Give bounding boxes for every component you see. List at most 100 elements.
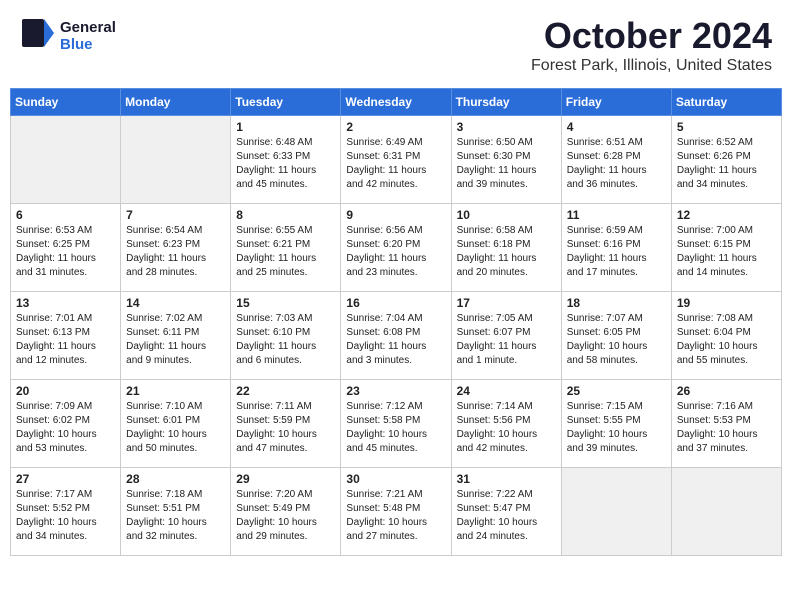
calendar-week-3: 13 Sunrise: 7:01 AM Sunset: 6:13 PM Dayli… bbox=[11, 292, 782, 380]
day-number: 5 bbox=[677, 120, 776, 134]
day-info: Sunrise: 6:49 AM Sunset: 6:31 PM Dayligh… bbox=[346, 136, 445, 192]
day-info: Sunrise: 7:20 AM Sunset: 5:49 PM Dayligh… bbox=[236, 488, 335, 544]
day-info: Sunrise: 6:52 AM Sunset: 6:26 PM Dayligh… bbox=[677, 136, 776, 192]
calendar-cell: 8 Sunrise: 6:55 AM Sunset: 6:21 PM Daylig… bbox=[231, 204, 341, 292]
day-info: Sunrise: 6:58 AM Sunset: 6:18 PM Dayligh… bbox=[457, 224, 556, 280]
day-header-tuesday: Tuesday bbox=[231, 89, 341, 116]
calendar-cell: 12Sunrise: 7:00 AM Sunset: 6:15 PM Dayli… bbox=[671, 204, 781, 292]
calendar-table: SundayMondayTuesdayWednesdayThursdayFrid… bbox=[10, 88, 782, 556]
calendar-cell: 1 Sunrise: 6:48 AM Sunset: 6:33 PM Daylig… bbox=[231, 116, 341, 204]
day-number: 8 bbox=[236, 208, 335, 222]
day-info: Sunrise: 7:03 AM Sunset: 6:10 PM Dayligh… bbox=[236, 312, 335, 368]
day-info: Sunrise: 7:04 AM Sunset: 6:08 PM Dayligh… bbox=[346, 312, 445, 368]
calendar-cell: 17 Sunrise: 7:05 AM Sunset: 6:07 PM Dayli… bbox=[451, 292, 561, 380]
day-header-wednesday: Wednesday bbox=[341, 89, 451, 116]
calendar-cell: 4 Sunrise: 6:51 AM Sunset: 6:28 PM Daylig… bbox=[561, 116, 671, 204]
calendar-cell: 27 Sunrise: 7:17 AM Sunset: 5:52 PM Dayli… bbox=[11, 468, 121, 556]
day-number: 6 bbox=[16, 208, 115, 222]
day-number: 27 bbox=[16, 472, 115, 486]
day-number: 4 bbox=[567, 120, 666, 134]
day-number: 31 bbox=[457, 472, 556, 486]
logo-general: General bbox=[60, 19, 116, 36]
day-info: Sunrise: 7:01 AM Sunset: 6:13 PM Dayligh… bbox=[16, 312, 115, 368]
day-number: 9 bbox=[346, 208, 445, 222]
day-number: 28 bbox=[126, 472, 225, 486]
logo-icon bbox=[20, 15, 56, 51]
calendar-week-4: 20 Sunrise: 7:09 AM Sunset: 6:02 PM Dayli… bbox=[11, 380, 782, 468]
day-info: Sunrise: 7:07 AM Sunset: 6:05 PM Dayligh… bbox=[567, 312, 666, 368]
calendar-cell: 31 Sunrise: 7:22 AM Sunset: 5:47 PM Dayli… bbox=[451, 468, 561, 556]
calendar-header-row: SundayMondayTuesdayWednesdayThursdayFrid… bbox=[11, 89, 782, 116]
calendar-cell: 5 Sunrise: 6:52 AM Sunset: 6:26 PM Daylig… bbox=[671, 116, 781, 204]
day-info: Sunrise: 7:16 AM Sunset: 5:53 PM Dayligh… bbox=[677, 400, 776, 456]
day-info: Sunrise: 7:09 AM Sunset: 6:02 PM Dayligh… bbox=[16, 400, 115, 456]
day-number: 11 bbox=[567, 208, 666, 222]
day-number: 30 bbox=[346, 472, 445, 486]
day-header-sunday: Sunday bbox=[11, 89, 121, 116]
day-number: 16 bbox=[346, 296, 445, 310]
day-info: Sunrise: 6:59 AM Sunset: 6:16 PM Dayligh… bbox=[567, 224, 666, 280]
day-number: 24 bbox=[457, 384, 556, 398]
day-info: Sunrise: 6:53 AM Sunset: 6:25 PM Dayligh… bbox=[16, 224, 115, 280]
calendar-cell bbox=[561, 468, 671, 556]
calendar-cell: 26 Sunrise: 7:16 AM Sunset: 5:53 PM Dayli… bbox=[671, 380, 781, 468]
day-header-thursday: Thursday bbox=[451, 89, 561, 116]
calendar-week-5: 27 Sunrise: 7:17 AM Sunset: 5:52 PM Dayli… bbox=[11, 468, 782, 556]
day-header-friday: Friday bbox=[561, 89, 671, 116]
calendar-cell: 15 Sunrise: 7:03 AM Sunset: 6:10 PM Dayli… bbox=[231, 292, 341, 380]
location: Forest Park, Illinois, United States bbox=[531, 57, 772, 75]
calendar-cell: 9Sunrise: 6:56 AM Sunset: 6:20 PM Daylig… bbox=[341, 204, 451, 292]
day-number: 18 bbox=[567, 296, 666, 310]
day-info: Sunrise: 7:21 AM Sunset: 5:48 PM Dayligh… bbox=[346, 488, 445, 544]
calendar-cell: 3 Sunrise: 6:50 AM Sunset: 6:30 PM Daylig… bbox=[451, 116, 561, 204]
day-info: Sunrise: 7:22 AM Sunset: 5:47 PM Dayligh… bbox=[457, 488, 556, 544]
day-info: Sunrise: 6:48 AM Sunset: 6:33 PM Dayligh… bbox=[236, 136, 335, 192]
day-number: 15 bbox=[236, 296, 335, 310]
calendar-cell: 28Sunrise: 7:18 AM Sunset: 5:51 PM Dayli… bbox=[121, 468, 231, 556]
day-info: Sunrise: 7:11 AM Sunset: 5:59 PM Dayligh… bbox=[236, 400, 335, 456]
calendar-cell: 25Sunrise: 7:15 AM Sunset: 5:55 PM Dayli… bbox=[561, 380, 671, 468]
day-number: 14 bbox=[126, 296, 225, 310]
calendar-cell: 10 Sunrise: 6:58 AM Sunset: 6:18 PM Dayli… bbox=[451, 204, 561, 292]
day-number: 23 bbox=[346, 384, 445, 398]
calendar-cell: 24Sunrise: 7:14 AM Sunset: 5:56 PM Dayli… bbox=[451, 380, 561, 468]
day-info: Sunrise: 6:50 AM Sunset: 6:30 PM Dayligh… bbox=[457, 136, 556, 192]
day-number: 10 bbox=[457, 208, 556, 222]
day-info: Sunrise: 7:10 AM Sunset: 6:01 PM Dayligh… bbox=[126, 400, 225, 456]
day-info: Sunrise: 6:55 AM Sunset: 6:21 PM Dayligh… bbox=[236, 224, 335, 280]
calendar-cell: 21 Sunrise: 7:10 AM Sunset: 6:01 PM Dayli… bbox=[121, 380, 231, 468]
day-info: Sunrise: 7:08 AM Sunset: 6:04 PM Dayligh… bbox=[677, 312, 776, 368]
calendar-cell bbox=[11, 116, 121, 204]
day-number: 17 bbox=[457, 296, 556, 310]
calendar-cell bbox=[671, 468, 781, 556]
calendar-cell: 20 Sunrise: 7:09 AM Sunset: 6:02 PM Dayli… bbox=[11, 380, 121, 468]
calendar-cell: 16 Sunrise: 7:04 AM Sunset: 6:08 PM Dayli… bbox=[341, 292, 451, 380]
day-number: 3 bbox=[457, 120, 556, 134]
month-title: October 2024 bbox=[531, 15, 772, 57]
calendar-cell: 19 Sunrise: 7:08 AM Sunset: 6:04 PM Dayli… bbox=[671, 292, 781, 380]
day-number: 1 bbox=[236, 120, 335, 134]
day-number: 13 bbox=[16, 296, 115, 310]
day-number: 25 bbox=[567, 384, 666, 398]
day-number: 7 bbox=[126, 208, 225, 222]
day-number: 12 bbox=[677, 208, 776, 222]
calendar-cell: 14Sunrise: 7:02 AM Sunset: 6:11 PM Dayli… bbox=[121, 292, 231, 380]
day-number: 21 bbox=[126, 384, 225, 398]
calendar-cell: 30 Sunrise: 7:21 AM Sunset: 5:48 PM Dayli… bbox=[341, 468, 451, 556]
day-info: Sunrise: 6:51 AM Sunset: 6:28 PM Dayligh… bbox=[567, 136, 666, 192]
calendar-cell: 6 Sunrise: 6:53 AM Sunset: 6:25 PM Daylig… bbox=[11, 204, 121, 292]
day-number: 26 bbox=[677, 384, 776, 398]
day-info: Sunrise: 7:05 AM Sunset: 6:07 PM Dayligh… bbox=[457, 312, 556, 368]
calendar-week-2: 6 Sunrise: 6:53 AM Sunset: 6:25 PM Daylig… bbox=[11, 204, 782, 292]
calendar-cell: 11 Sunrise: 6:59 AM Sunset: 6:16 PM Dayli… bbox=[561, 204, 671, 292]
day-number: 2 bbox=[346, 120, 445, 134]
day-header-saturday: Saturday bbox=[671, 89, 781, 116]
calendar-cell: 2 Sunrise: 6:49 AM Sunset: 6:31 PM Daylig… bbox=[341, 116, 451, 204]
day-number: 19 bbox=[677, 296, 776, 310]
day-number: 22 bbox=[236, 384, 335, 398]
day-number: 20 bbox=[16, 384, 115, 398]
calendar-cell: 13 Sunrise: 7:01 AM Sunset: 6:13 PM Dayli… bbox=[11, 292, 121, 380]
day-info: Sunrise: 7:17 AM Sunset: 5:52 PM Dayligh… bbox=[16, 488, 115, 544]
day-info: Sunrise: 7:12 AM Sunset: 5:58 PM Dayligh… bbox=[346, 400, 445, 456]
calendar-week-1: 1 Sunrise: 6:48 AM Sunset: 6:33 PM Daylig… bbox=[11, 116, 782, 204]
